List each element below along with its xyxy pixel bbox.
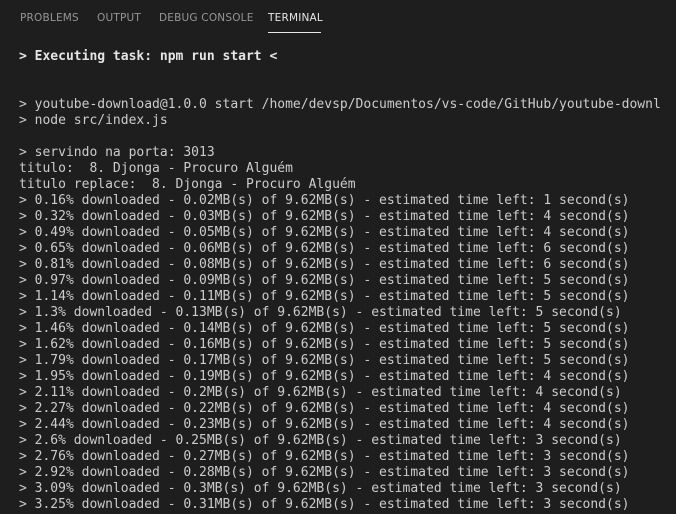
terminal-line: > 0.49% downloaded - 0.05MB(s) of 9.62MB… — [19, 225, 630, 240]
terminal-line: > 1.14% downloaded - 0.11MB(s) of 9.62MB… — [19, 289, 630, 304]
terminal-line: > 1.79% downloaded - 0.17MB(s) of 9.62MB… — [19, 353, 630, 368]
task-header-line: > Executing task: npm run start < — [19, 49, 278, 64]
tab-terminal[interactable]: TERMINAL — [268, 12, 323, 24]
terminal-line: > 2.44% downloaded - 0.23MB(s) of 9.62MB… — [19, 417, 630, 432]
terminal-line: > 2.27% downloaded - 0.22MB(s) of 9.62MB… — [19, 401, 630, 416]
terminal-line: > 3.09% downloaded - 0.3MB(s) of 9.62MB(… — [19, 481, 622, 496]
terminal-line: > 2.11% downloaded - 0.2MB(s) of 9.62MB(… — [19, 385, 622, 400]
terminal-output[interactable]: > Executing task: npm run start < > yout… — [0, 36, 676, 514]
active-tab-indicator — [268, 32, 321, 33]
terminal-line: > 0.97% downloaded - 0.09MB(s) of 9.62MB… — [19, 273, 630, 288]
panel-tab-bar: PROBLEMS OUTPUT DEBUG CONSOLE TERMINAL — [0, 0, 676, 36]
terminal-line: titulo: 8. Djonga - Procuro Alguém — [19, 161, 293, 176]
terminal-line: > 1.3% downloaded - 0.13MB(s) of 9.62MB(… — [19, 305, 622, 320]
terminal-line: > 0.32% downloaded - 0.03MB(s) of 9.62MB… — [19, 209, 630, 224]
terminal-line: > 0.16% downloaded - 0.02MB(s) of 9.62MB… — [19, 193, 630, 208]
terminal-line: > 1.46% downloaded - 0.14MB(s) of 9.62MB… — [19, 321, 630, 336]
tab-problems[interactable]: PROBLEMS — [20, 12, 79, 24]
terminal-line: > 0.65% downloaded - 0.06MB(s) of 9.62MB… — [19, 241, 630, 256]
terminal-line: > youtube-download@1.0.0 start /home/dev… — [19, 97, 661, 112]
terminal-line: > 3.25% downloaded - 0.31MB(s) of 9.62MB… — [19, 497, 630, 512]
terminal-line: > 0.81% downloaded - 0.08MB(s) of 9.62MB… — [19, 257, 630, 272]
terminal-line: > 2.76% downloaded - 0.27MB(s) of 9.62MB… — [19, 449, 630, 464]
terminal-line: > 1.95% downloaded - 0.19MB(s) of 9.62MB… — [19, 369, 630, 384]
terminal-line: > 2.6% downloaded - 0.25MB(s) of 9.62MB(… — [19, 433, 622, 448]
vscode-panel: PROBLEMS OUTPUT DEBUG CONSOLE TERMINAL >… — [0, 0, 676, 514]
tab-debug-console[interactable]: DEBUG CONSOLE — [159, 12, 254, 24]
terminal-line: > servindo na porta: 3013 — [19, 145, 215, 160]
terminal-line: > 1.62% downloaded - 0.16MB(s) of 9.62MB… — [19, 337, 630, 352]
tab-output[interactable]: OUTPUT — [97, 12, 141, 24]
terminal-line: > node src/index.js — [19, 113, 168, 128]
terminal-line: > 2.92% downloaded - 0.28MB(s) of 9.62MB… — [19, 465, 630, 480]
terminal-line: titulo replace: 8. Djonga - Procuro Algu… — [19, 177, 356, 192]
